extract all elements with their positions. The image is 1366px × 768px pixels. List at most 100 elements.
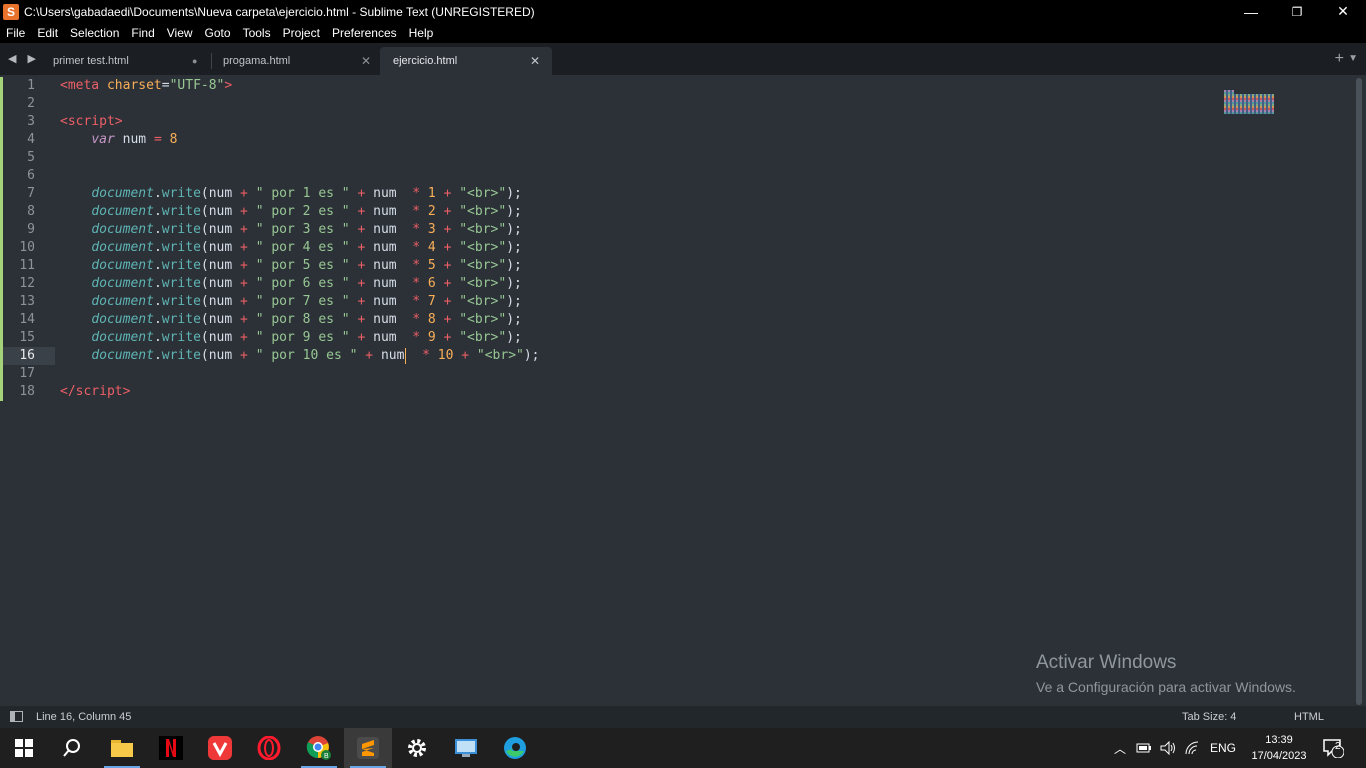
line-number: 15	[19, 330, 35, 345]
taskbar-vivaldi[interactable]	[196, 728, 244, 768]
opera-icon	[257, 736, 281, 760]
code-line-13: document.write(num + " por 7 es " + num …	[91, 294, 522, 309]
unsaved-dot-icon[interactable]: ●	[192, 47, 197, 75]
vertical-scrollbar[interactable]	[1356, 78, 1362, 705]
taskbar-edge[interactable]	[491, 728, 539, 768]
taskbar-settings[interactable]	[393, 728, 441, 768]
search-icon	[63, 739, 80, 757]
clock-time: 13:39	[1265, 734, 1293, 746]
clock-date: 17/04/2023	[1251, 750, 1307, 762]
menu-project[interactable]: Project	[277, 26, 326, 40]
line-number: 7	[27, 186, 35, 201]
sublime-text-icon	[357, 737, 379, 759]
minimap-line	[1224, 112, 1274, 114]
windows-taskbar: B ︿ ENG 13:39 17/04/2023 2	[0, 728, 1366, 768]
code-line-7: document.write(num + " por 1 es " + num …	[91, 186, 522, 201]
volume-icon[interactable]	[1160, 741, 1176, 755]
line-number: 2	[27, 96, 35, 111]
line-number: 8	[27, 204, 35, 219]
code-line-11: document.write(num + " por 5 es " + num …	[91, 258, 522, 273]
battery-icon[interactable]	[1136, 742, 1152, 754]
line-number: 17	[19, 366, 35, 381]
taskbar-control-panel[interactable]	[442, 728, 490, 768]
gear-icon	[408, 739, 426, 757]
menu-selection[interactable]: Selection	[64, 26, 125, 40]
line-number: 16	[19, 348, 35, 363]
taskbar-opera[interactable]	[245, 728, 293, 768]
code-line-18: </script>	[60, 384, 131, 399]
tab-primer-test[interactable]: primer test.html ●	[40, 47, 210, 75]
control-panel-icon	[455, 739, 477, 757]
menu-tools[interactable]: Tools	[237, 26, 277, 40]
clock[interactable]: 13:39 17/04/2023	[1244, 732, 1314, 764]
menu-help[interactable]: Help	[403, 26, 440, 40]
start-button[interactable]	[0, 728, 48, 768]
menu-bar: File Edit Selection Find View Goto Tools…	[0, 23, 1366, 43]
tab-size-indicator[interactable]: Tab Size: 4	[1182, 711, 1236, 723]
watermark-title: Activar Windows	[1036, 652, 1177, 673]
editor-area[interactable]: 1 2 3 4 5 6 7 8 9 10 11 12 13 14 15 16 17 18 <meta charse…	[0, 75, 1366, 706]
folder-icon	[111, 740, 133, 757]
syntax-indicator[interactable]: HTML	[1294, 711, 1324, 723]
new-tab-plus-icon[interactable]: +	[1335, 50, 1344, 68]
show-hidden-icons-chevron-icon[interactable]: ︿	[1114, 740, 1126, 757]
menu-view[interactable]: View	[161, 26, 199, 40]
line-number: 1	[27, 78, 35, 93]
code-line-15: document.write(num + " por 9 es " + num …	[91, 330, 522, 345]
notification-count-badge: 2	[1335, 741, 1341, 752]
language-indicator[interactable]: ENG	[1210, 741, 1236, 755]
status-bar: Line 16, Column 45 Tab Size: 4 HTML	[0, 706, 1366, 728]
system-tray: ︿ ENG	[1114, 728, 1236, 768]
close-button[interactable]: ✕	[1320, 0, 1366, 23]
taskbar-file-explorer[interactable]	[98, 728, 146, 768]
tab-close-icon[interactable]: ✕	[361, 47, 371, 75]
watermark-subtitle: Ve a Configuración para activar Windows.	[1036, 679, 1296, 695]
sublime-app-icon: S	[3, 3, 19, 20]
side-panel-toggle-icon[interactable]	[10, 711, 23, 722]
line-number-gutter: 1 2 3 4 5 6 7 8 9 10 11 12 13 14 15 16 17 18	[0, 75, 55, 706]
taskbar-chrome[interactable]: B	[295, 728, 343, 768]
window-title: C:\Users\gabadaedi\Documents\Nueva carpe…	[24, 4, 535, 19]
taskbar-sublime-text[interactable]	[344, 728, 392, 768]
maximize-button[interactable]: ❐	[1274, 0, 1320, 23]
line-number: 11	[19, 258, 35, 273]
code-line-9: document.write(num + " por 3 es " + num …	[91, 222, 522, 237]
vivaldi-icon	[208, 736, 232, 760]
line-number: 3	[27, 114, 35, 129]
tab-label: primer test.html	[53, 55, 129, 67]
minimap[interactable]	[1220, 78, 1280, 118]
line-number: 9	[27, 222, 35, 237]
chrome-icon: B	[306, 736, 331, 760]
menu-file[interactable]: File	[0, 26, 31, 40]
title-bar: S C:\Users\gabadaedi\Documents\Nueva car…	[0, 0, 1366, 23]
windows-logo-icon	[15, 739, 33, 757]
taskbar-netflix[interactable]	[147, 728, 195, 768]
code-line-4: var num = 8	[91, 132, 178, 147]
menu-edit[interactable]: Edit	[31, 26, 64, 40]
line-number: 10	[19, 240, 35, 255]
tab-progama[interactable]: progama.html ✕	[210, 47, 380, 75]
tab-nav-arrows[interactable]: ◀ ▶	[8, 52, 40, 65]
search-button[interactable]	[48, 728, 96, 768]
line-number: 6	[27, 168, 35, 183]
tab-close-icon[interactable]: ✕	[530, 47, 540, 75]
code-line-10: document.write(num + " por 4 es " + num …	[91, 240, 522, 255]
menu-preferences[interactable]: Preferences	[326, 26, 403, 40]
line-number: 14	[19, 312, 35, 327]
line-number: 5	[27, 150, 35, 165]
minimize-button[interactable]: —	[1228, 0, 1274, 23]
line-number: 4	[27, 132, 35, 147]
wifi-icon[interactable]	[1184, 741, 1200, 755]
tab-list-dropdown-icon[interactable]: ▼	[1348, 53, 1358, 64]
netflix-icon	[159, 736, 183, 760]
menu-find[interactable]: Find	[125, 26, 160, 40]
activation-watermark: Activar Windows Ve a Configuración para …	[1036, 652, 1296, 695]
menu-goto[interactable]: Goto	[199, 26, 237, 40]
cursor-position[interactable]: Line 16, Column 45	[36, 711, 131, 723]
tab-ejercicio[interactable]: ejercicio.html ✕	[380, 47, 552, 75]
code-line-14: document.write(num + " por 8 es " + num …	[91, 312, 522, 327]
line-number: 13	[19, 294, 35, 309]
notification-center[interactable]: 2	[1322, 728, 1344, 768]
code-line-12: document.write(num + " por 6 es " + num …	[91, 276, 522, 291]
tab-label: ejercicio.html	[393, 55, 458, 67]
